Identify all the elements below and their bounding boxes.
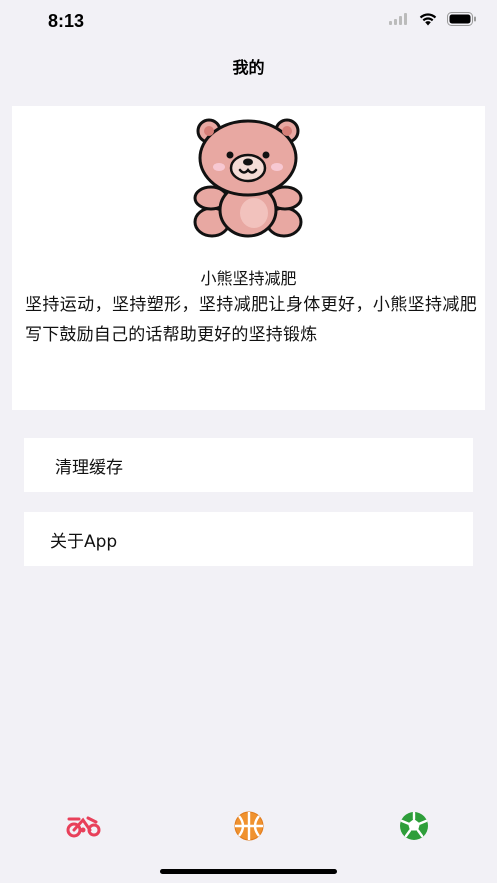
- signal-icon: [389, 13, 407, 25]
- profile-description: 坚持运动，坚持塑形，坚持减肥让身体更好，小熊坚持减肥写下鼓励自己的话帮助更好的坚…: [25, 295, 477, 345]
- teddy-bear-icon: [193, 118, 303, 238]
- wifi-icon: [419, 12, 437, 25]
- status-icons: [389, 12, 477, 26]
- clear-cache-button[interactable]: 清理缓存: [24, 438, 473, 492]
- tab-exercise-bike[interactable]: [66, 810, 102, 842]
- profile-card: 小熊坚持减肥 坚持运动，坚持塑形，坚持减肥让身体更好，小熊坚持减肥写下鼓励自己的…: [12, 106, 485, 410]
- soccer-ball-icon: [400, 811, 428, 840]
- profile-name: 小熊坚持减肥: [200, 269, 297, 288]
- battery-icon: [447, 12, 476, 26]
- tab-basketball[interactable]: [231, 810, 267, 842]
- page-title: 我的: [232, 58, 265, 77]
- status-time: 8:13: [48, 11, 85, 31]
- about-app-button[interactable]: 关于App: [24, 512, 473, 566]
- exercise-bike-icon: [66, 816, 101, 838]
- basketball-icon: [234, 811, 264, 841]
- clear-cache-label: 清理缓存: [55, 457, 123, 478]
- about-app-label: 关于App: [50, 531, 118, 552]
- screen: 8:13 我的 小熊坚持减肥 坚持运动，坚持塑形，坚持减肥让身体更好，小熊坚持减…: [0, 0, 497, 883]
- tab-soccer[interactable]: [396, 810, 432, 842]
- home-indicator: [160, 869, 337, 874]
